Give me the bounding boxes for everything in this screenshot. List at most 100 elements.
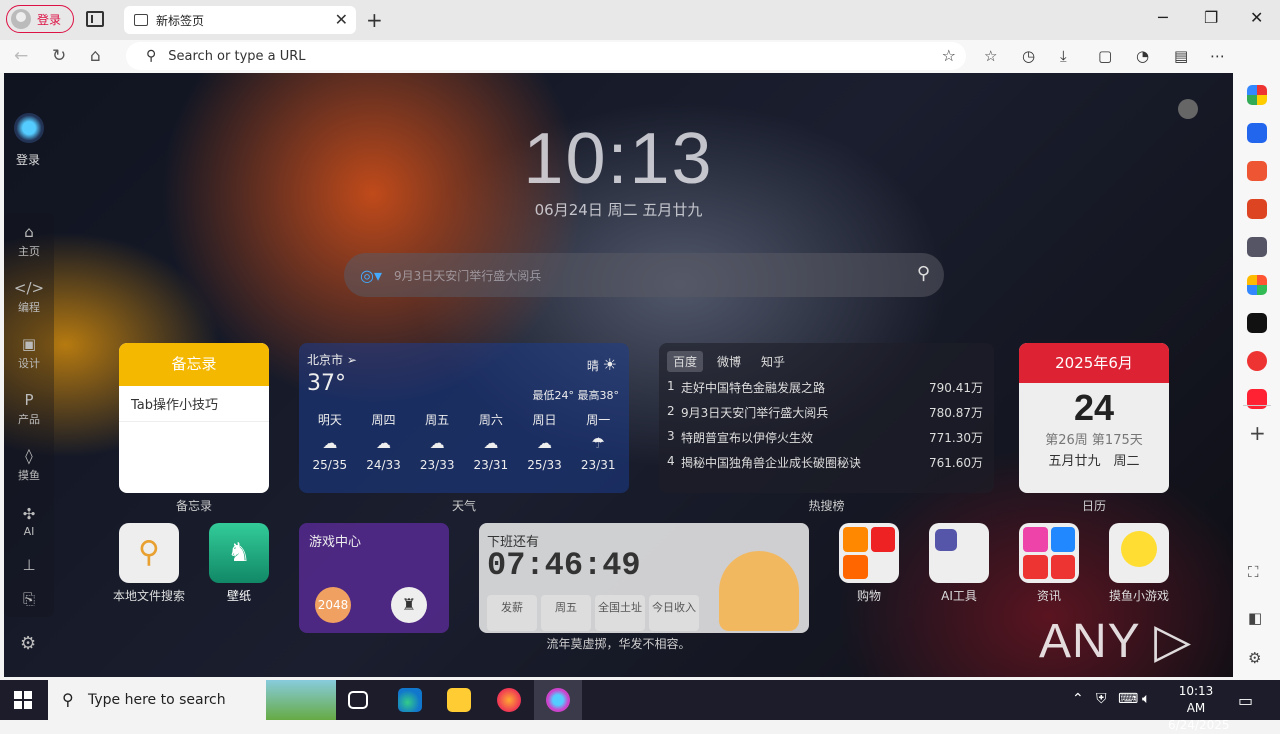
cloud-icon: ☁	[483, 434, 499, 452]
tray-chevron-icon[interactable]: ⌃	[1072, 691, 1084, 707]
file-search-tile[interactable]: ⚲	[119, 523, 179, 583]
screenshot-tool-icon[interactable]: ⛶	[1248, 563, 1259, 581]
forecast-day: 周日 ☁ 25/33	[518, 411, 572, 472]
shopping-tile[interactable]	[839, 523, 899, 583]
new-tab-button[interactable]: +	[366, 8, 383, 32]
sidebar-item-upload[interactable]: ⊥	[4, 549, 54, 583]
powerpoint-icon[interactable]	[1247, 161, 1267, 181]
sidebar-item-coding[interactable]: </> 编程	[4, 269, 54, 325]
toolbox-icon[interactable]	[1247, 199, 1267, 219]
news-tile[interactable]	[1019, 523, 1079, 583]
screenshot-icon[interactable]: ▢	[1098, 47, 1112, 65]
calendar-card[interactable]: 2025年6月 24 第26周 第175天 五月廿九 周二	[1019, 343, 1169, 493]
back-icon[interactable]: ←	[14, 46, 28, 66]
weibo-icon[interactable]	[1247, 351, 1267, 371]
tiktok-icon[interactable]	[1247, 313, 1267, 333]
favorites-icon[interactable]: ☆	[984, 47, 997, 65]
restore-icon[interactable]: ❐	[1204, 8, 1218, 27]
upload-icon: ⊥	[22, 556, 36, 574]
hot-row[interactable]: 2 9月3日天安门举行盛大阅兵 780.87万	[667, 404, 983, 421]
off-work-card[interactable]: 下班还有 07:46:49 发薪 周五 全国土址 今日收入	[479, 523, 809, 633]
box-friday: 周五	[541, 595, 591, 631]
hot-row[interactable]: 3 特朗普宣布以伊停火生效 771.30万	[667, 429, 983, 446]
performance-icon[interactable]: ◔	[1136, 47, 1149, 65]
xiaohongshu-icon[interactable]	[1247, 389, 1267, 409]
memo-card[interactable]: 备忘录 Tab操作小技巧	[119, 343, 269, 493]
address-input[interactable]: ⚲ Search or type a URL ☆	[126, 42, 966, 70]
volume-icon[interactable]: 🔈︎	[1142, 691, 1150, 707]
network-icon[interactable]: ⌨	[1118, 691, 1138, 707]
search-engine-icon[interactable]: ◎▾	[360, 266, 382, 285]
hot-row[interactable]: 4 揭秘中国独角兽企业成长破圈秘诀 761.60万	[667, 454, 983, 471]
magnifier-icon: ⚲	[138, 535, 160, 570]
tab-actions-icon[interactable]	[86, 11, 104, 27]
sidebar-item-bag[interactable]: ⎘	[4, 583, 54, 617]
tab-weibo[interactable]: 微博	[711, 351, 747, 372]
search-submit-icon[interactable]: ⚲	[917, 263, 930, 284]
more-menu-icon[interactable]: ⋯	[1210, 47, 1225, 65]
menu-toggle-icon[interactable]	[1178, 99, 1198, 119]
browser-app-icon[interactable]	[546, 688, 570, 712]
wallpaper-tile[interactable]: ♞	[209, 523, 269, 583]
tab-zhihu[interactable]: 知乎	[755, 351, 791, 372]
sidebar-item-ai[interactable]: ✣ AI	[4, 493, 54, 549]
forecast-day: 周五 ☁ 23/33	[410, 411, 464, 472]
fish-game-tile[interactable]	[1109, 523, 1169, 583]
tag-icon[interactable]	[1247, 123, 1267, 143]
sidebar-item-home[interactable]: ⌂ 主页	[4, 213, 54, 269]
office-icon[interactable]	[1247, 275, 1267, 295]
ai-tools-tile[interactable]	[929, 523, 989, 583]
add-sidebar-app-icon[interactable]: +	[1249, 421, 1266, 445]
file-explorer-icon[interactable]	[447, 688, 471, 712]
close-tab-icon[interactable]: ✕	[335, 10, 348, 29]
game-center-card[interactable]: 游戏中心 2048 ♜	[299, 523, 449, 633]
copilot-icon[interactable]	[1247, 85, 1267, 105]
games-icon[interactable]	[1247, 237, 1267, 257]
bag-icon: ⎘	[22, 590, 35, 608]
hot-label: 热搜榜	[808, 499, 845, 513]
split-view-icon[interactable]: ◧	[1248, 609, 1262, 627]
day-range: 23/33	[419, 458, 455, 472]
tab-title: 新标签页	[156, 13, 205, 28]
weather-card[interactable]: 北京市 ➢ 37° 晴 ☀ 最低24° 最高38° 明天 ☁ 25/35 周四 ☁ 24…	[299, 343, 629, 493]
code-icon: </>	[13, 279, 45, 297]
sidebar-item-label: 编程	[18, 301, 40, 314]
hot-row[interactable]: 1 走好中国特色金融发展之路 790.41万	[667, 379, 983, 396]
taskbar-clock[interactable]: 10:13 AM 6/24/2025	[1168, 683, 1230, 734]
game-2048-icon[interactable]: 2048	[315, 587, 351, 623]
firefox-icon[interactable]	[497, 688, 521, 712]
sidebar-item-design[interactable]: ▣ 设计	[4, 325, 54, 381]
search-icon: ⚲	[146, 48, 157, 64]
favorite-star-icon[interactable]: ☆	[942, 46, 956, 65]
wallet-icon[interactable]: ▤	[1174, 47, 1188, 65]
profile-button[interactable]: 登录	[6, 5, 74, 33]
tab-baidu[interactable]: 百度	[667, 351, 704, 372]
sidebar-item-product[interactable]: P 产品	[4, 381, 54, 437]
cloud-icon: ☁	[537, 434, 553, 452]
taskbar-search-input[interactable]: ⚲ Type here to search	[48, 680, 336, 720]
clock-time: 10:13	[523, 119, 714, 199]
sidebar-settings-icon[interactable]: ⚙	[1248, 649, 1261, 667]
search-input[interactable]: ◎▾ 9月3日天安门举行盛大阅兵 ⚲	[344, 253, 944, 297]
sidebar-item-fish[interactable]: ◊ 摸鱼	[4, 437, 54, 493]
cloud-icon: ☁	[322, 434, 338, 452]
task-view-icon[interactable]	[348, 691, 368, 709]
memo-item[interactable]: Tab操作小技巧	[119, 386, 269, 422]
dino-game-icon[interactable]: ♜	[391, 587, 427, 623]
edge-taskbar-icon[interactable]	[398, 688, 422, 712]
shopping-label: 购物	[856, 589, 881, 603]
day-name: 周四	[371, 413, 396, 427]
hot-search-card: 百度 微博 知乎 1 走好中国特色金融发展之路 790.41万 2 9月3日天安门举行…	[659, 343, 994, 493]
rank: 1	[667, 379, 675, 393]
minimize-icon[interactable]: ─	[1158, 8, 1168, 27]
downloads-icon[interactable]: ⤓	[1060, 47, 1067, 65]
windows-start-icon[interactable]	[14, 691, 32, 709]
tray-security-icon[interactable]: ⛨	[1096, 691, 1107, 707]
history-icon[interactable]: ◷	[1022, 47, 1035, 65]
tab-new-tab[interactable]: 新标签页 ✕	[124, 6, 356, 34]
home-icon[interactable]: ⌂	[90, 46, 101, 66]
refresh-icon[interactable]: ↻	[52, 46, 66, 66]
active-app-slot[interactable]	[534, 680, 582, 720]
notification-icon[interactable]: ▭	[1238, 691, 1253, 710]
window-close-icon[interactable]: ✕	[1250, 8, 1263, 27]
